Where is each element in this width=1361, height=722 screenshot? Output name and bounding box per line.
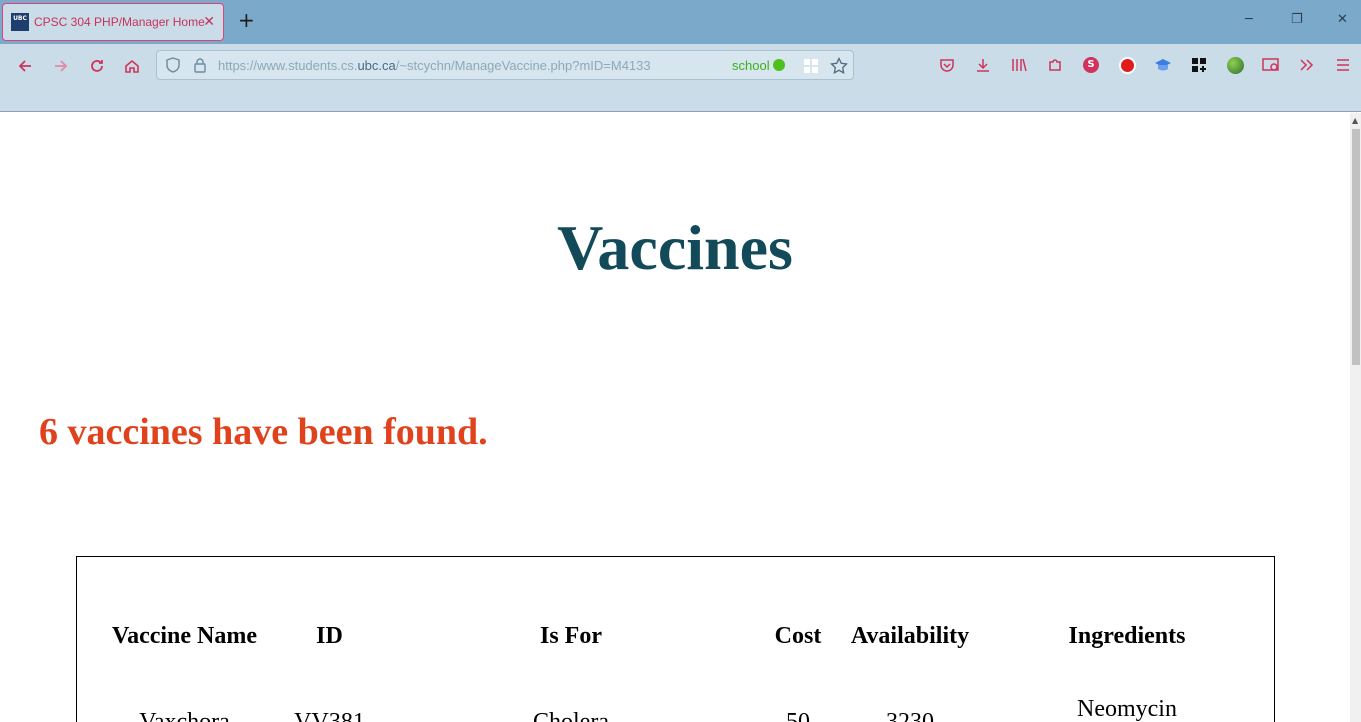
table-cell-ingredients: Neomycin — [1077, 696, 1177, 722]
home-button[interactable] — [120, 54, 144, 78]
overflow-chevrons-icon[interactable] — [1296, 54, 1318, 76]
reload-button[interactable] — [85, 54, 109, 78]
home-icon — [125, 59, 139, 73]
address-bar[interactable]: https://www.students.cs.ubc.ca/~stcychn/… — [156, 50, 854, 80]
back-button[interactable] — [13, 54, 37, 78]
header-is-for: Is For — [540, 623, 602, 649]
tab-title: CPSC 304 PHP/Manager Home — [34, 15, 205, 29]
table-cell-id: VV381 — [294, 709, 365, 722]
apple-icon — [773, 59, 786, 71]
bookmark-star-icon[interactable] — [830, 57, 848, 75]
url-path: /~stcychn/ManageVaccine.php?mID=M4133 — [395, 58, 651, 73]
screenshot-extension-icon[interactable] — [1260, 54, 1282, 76]
forward-arrow-icon — [55, 60, 68, 72]
vaccine-table: Vaccine Name ID Is For Cost Availability… — [76, 556, 1275, 722]
url-domain: ubc.ca — [357, 58, 396, 73]
grid-extension-icon[interactable] — [803, 58, 819, 74]
download-icon[interactable] — [972, 54, 994, 76]
header-availability: Availability — [850, 623, 970, 649]
header-vaccine-name: Vaccine Name — [111, 623, 258, 649]
table-cell-cost: 50 — [786, 709, 810, 722]
school-bookmark[interactable]: school — [732, 58, 786, 73]
table-cell-vaccine-name: Vaxchora — [139, 709, 230, 722]
browser-tab[interactable]: UBC CPSC 304 PHP/Manager Home ✕ — [2, 3, 224, 41]
table-cell-availability: 3230 — [886, 709, 934, 722]
page-title: Vaccines — [557, 212, 793, 283]
forward-button[interactable] — [49, 54, 73, 78]
navigation-toolbar: https://www.students.cs.ubc.ca/~stcychn/… — [0, 44, 1361, 112]
url-prefix: https://www.students.cs. — [218, 58, 358, 73]
library-icon[interactable] — [1008, 54, 1030, 76]
globe-extension-icon[interactable] — [1224, 54, 1246, 76]
pocket-icon[interactable] — [936, 54, 958, 76]
reload-icon — [91, 60, 103, 72]
s-extension-icon[interactable]: S — [1080, 54, 1102, 76]
minimize-icon[interactable]: ─ — [1245, 12, 1253, 27]
hamburger-menu-icon[interactable] — [1332, 54, 1354, 76]
header-id: ID — [316, 623, 343, 649]
school-bookmark-label: school — [732, 58, 770, 73]
back-arrow-icon — [18, 60, 31, 72]
graduation-cap-icon[interactable] — [1152, 54, 1174, 76]
header-cost: Cost — [774, 623, 822, 649]
tab-bar: UBC CPSC 304 PHP/Manager Home ✕ + ─ ❐ ✕ — [0, 0, 1361, 44]
scroll-up-arrow-icon[interactable]: ▲ — [1352, 116, 1358, 125]
table-cell-is-for: Cholera — [533, 709, 609, 722]
stop-hand-icon[interactable] — [1116, 54, 1138, 76]
url-text: https://www.students.cs.ubc.ca/~stcychn/… — [218, 58, 651, 73]
page-content: Vaccines 6 vaccines have been found. Vac… — [0, 113, 1350, 722]
shield-icon[interactable] — [165, 57, 181, 73]
restore-icon[interactable]: ❐ — [1291, 12, 1303, 27]
vertical-scrollbar[interactable]: ▲ — [1350, 113, 1361, 722]
new-tab-button[interactable]: + — [238, 10, 255, 30]
lock-icon[interactable] — [193, 57, 207, 73]
close-tab-icon[interactable]: ✕ — [203, 14, 215, 30]
close-window-icon[interactable]: ✕ — [1337, 12, 1348, 27]
extensions-puzzle-icon[interactable] — [1044, 54, 1066, 76]
scrollbar-thumb[interactable] — [1352, 129, 1360, 365]
header-ingredients: Ingredients — [1068, 623, 1186, 649]
ubc-favicon-icon: UBC — [11, 13, 29, 31]
apps-grid-icon[interactable] — [1188, 54, 1210, 76]
result-count-message: 6 vaccines have been found. — [39, 411, 488, 453]
